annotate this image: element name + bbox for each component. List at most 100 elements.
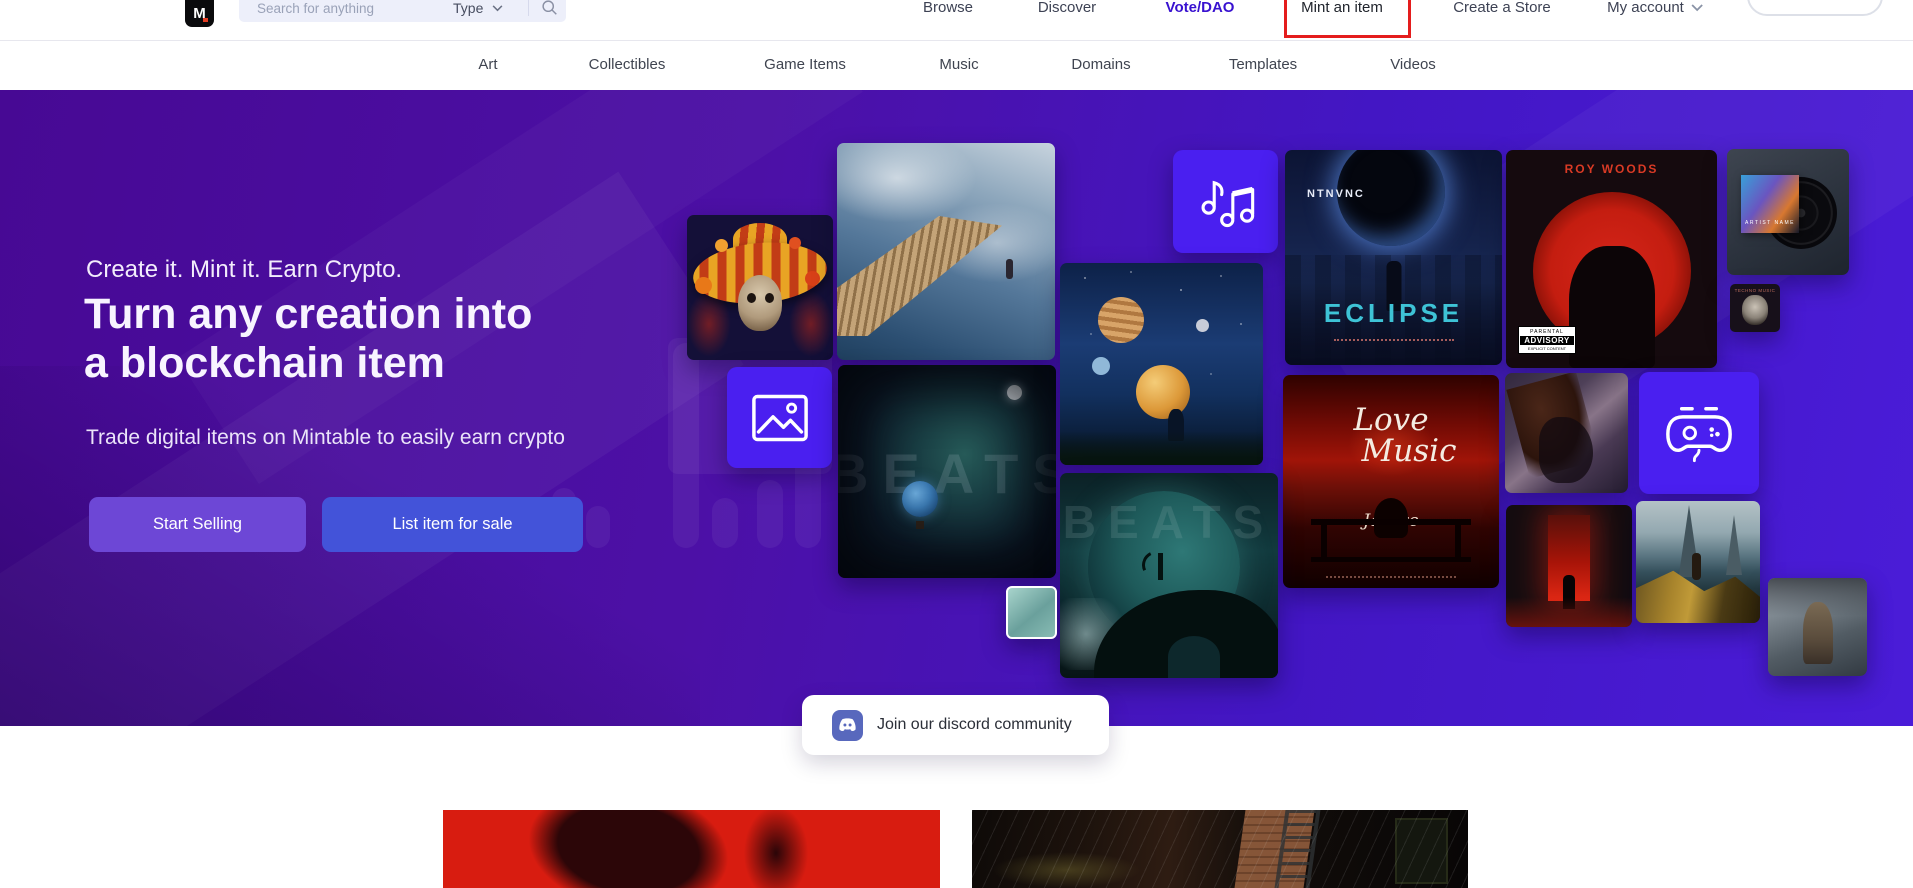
tile-fantasy-warrior-art: [1505, 373, 1628, 493]
mintable-logo[interactable]: M: [185, 0, 214, 27]
decor: [765, 293, 774, 303]
decor: [1803, 602, 1833, 664]
tile-teal-thumbnail: [1006, 586, 1057, 639]
music-notes-icon: [1195, 174, 1257, 230]
decor: [1692, 553, 1701, 580]
category-domains[interactable]: Domains: [1071, 56, 1130, 73]
tile-ocean-boardwalk-photo: [837, 143, 1055, 360]
search-type-label: Type: [453, 0, 483, 16]
advisory-line3: EXPLICIT CONTENT: [1520, 346, 1574, 351]
roy-woods-artist-name: ROY WOODS: [1506, 162, 1717, 176]
decor: [1334, 339, 1454, 341]
tile-space-balloon-art: BEATS: [838, 365, 1056, 578]
tile-eclipse-album: NTNVNC ECLIPSE: [1285, 150, 1502, 365]
decor: [789, 291, 833, 357]
hero-title: Turn any creation into a blockchain item: [84, 290, 532, 388]
nav-link-discover[interactable]: Discover: [1038, 0, 1096, 16]
tile-archer-moon-art: BEATS: [1060, 473, 1278, 678]
tile-red-door-art: [1506, 505, 1632, 627]
category-music[interactable]: Music: [939, 56, 978, 73]
search-icon[interactable]: [541, 0, 558, 16]
tile-game-landscape-art: [1636, 501, 1760, 623]
featured-image-dark-alley[interactable]: [972, 810, 1468, 888]
tile-music-category: [1173, 150, 1278, 253]
chevron-down-icon: [492, 5, 503, 12]
search-type-dropdown[interactable]: Type: [453, 0, 503, 16]
decor: [695, 277, 712, 294]
nav-link-vote-dao[interactable]: Vote/DAO: [1166, 0, 1235, 16]
decor: [738, 275, 782, 331]
love-music-title: Love Music: [1283, 405, 1499, 467]
decor: [1742, 295, 1768, 325]
nav-link-my-account[interactable]: My account: [1607, 0, 1703, 16]
equalizer-bar: [712, 498, 738, 548]
decor: [741, 810, 811, 888]
decor: [838, 365, 1056, 578]
hero-subtitle: Trade digital items on Mintable to easil…: [86, 426, 565, 450]
love-title-line1: Love: [1283, 405, 1499, 436]
decor: [1098, 297, 1144, 343]
category-nav: Art Collectibles Game Items Music Domain…: [0, 41, 1913, 90]
decor: [747, 293, 756, 303]
equalizer-bar: [586, 506, 610, 548]
nav-link-create-a-store[interactable]: Create a Store: [1453, 0, 1551, 16]
category-game-items[interactable]: Game Items: [764, 56, 846, 73]
hero-kicker: Create it. Mint it. Earn Crypto.: [86, 256, 402, 284]
category-art[interactable]: Art: [478, 56, 497, 73]
techno-label: TECHNO MUSIC: [1730, 288, 1780, 293]
decor: [1060, 431, 1263, 465]
tile-day-of-the-dead-art: [687, 215, 833, 360]
tile-image-category: [727, 367, 832, 468]
decor: [1092, 357, 1110, 375]
decor: [1060, 263, 1062, 265]
start-selling-button[interactable]: Start Selling: [89, 497, 306, 552]
love-title-line2: Music: [1319, 436, 1499, 467]
hero-title-line2: a blockchain item: [84, 339, 532, 388]
tile-vinyl-record-mockup: ARTIST NAME: [1727, 149, 1849, 275]
search-divider: [528, 0, 529, 16]
chevron-down-icon: [1691, 4, 1703, 12]
tile-apocalypse-warrior-art: [1768, 578, 1867, 676]
decor: [1196, 319, 1209, 332]
decor: [1506, 597, 1632, 627]
decor: [789, 237, 801, 249]
category-templates[interactable]: Templates: [1229, 56, 1297, 73]
hero-section: Create it. Mint it. Earn Crypto. Turn an…: [0, 90, 1913, 726]
discord-icon: [832, 710, 863, 741]
advisory-line2: ADVISORY: [1520, 336, 1574, 345]
vinyl-cover: ARTIST NAME: [1741, 175, 1799, 233]
tile-planet-balloons-art: [1060, 263, 1263, 465]
search-input[interactable]: [255, 0, 429, 17]
list-item-for-sale-button[interactable]: List item for sale: [322, 497, 583, 552]
equalizer-bar: [757, 480, 783, 548]
decor: [1136, 365, 1190, 419]
nav-link-mint-an-item[interactable]: Mint an item: [1301, 0, 1383, 16]
tile-game-items-category: [1639, 372, 1759, 494]
logo-red-dot: [203, 18, 208, 22]
decor: [1569, 246, 1655, 368]
nav-link-browse[interactable]: Browse: [923, 0, 973, 16]
decor: [1168, 636, 1220, 678]
search-bar: Type: [239, 0, 566, 22]
gamepad-icon: [1663, 403, 1735, 463]
top-navbar: M Type Browse Discover Vote/DAO Mint an …: [0, 0, 1913, 41]
decor: [1326, 576, 1456, 578]
my-account-label: My account: [1607, 0, 1684, 16]
category-collectibles[interactable]: Collectibles: [589, 56, 666, 73]
mintable-homepage: M Type Browse Discover Vote/DAO Mint an …: [0, 0, 1913, 888]
tile-love-music-album: Love Music Janrye: [1283, 375, 1499, 588]
partial-wallet-pill-button[interactable]: [1747, 0, 1883, 16]
hero-title-line1: Turn any creation into: [84, 290, 532, 339]
eclipse-artist-name: NTNVNC: [1307, 188, 1365, 200]
decor: [1724, 515, 1744, 575]
join-discord-button[interactable]: Join our discord community: [802, 695, 1109, 755]
decor: [1006, 259, 1013, 279]
tile-techno-music: TECHNO MUSIC: [1730, 284, 1780, 332]
decor: [515, 810, 739, 888]
category-videos[interactable]: Videos: [1390, 56, 1436, 73]
featured-image-red-silhouette[interactable]: [443, 810, 940, 888]
decor: [805, 271, 820, 286]
equalizer-bar: [673, 343, 699, 548]
decor: [1311, 519, 1471, 562]
tile-roy-woods-album: ROY WOODS PARENTAL ADVISORY EXPLICIT CON…: [1506, 150, 1717, 368]
